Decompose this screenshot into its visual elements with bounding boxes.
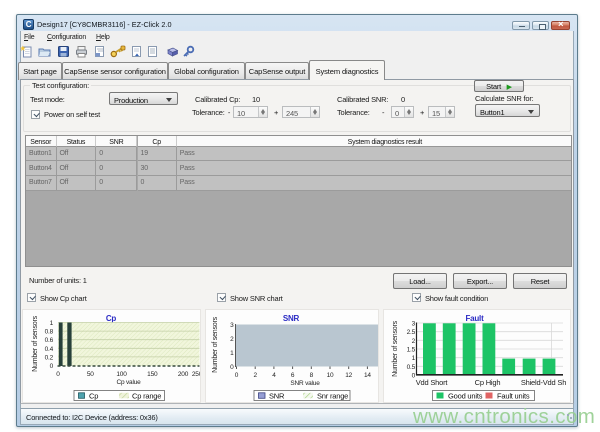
svg-text:Fault units: Fault units bbox=[497, 392, 530, 401]
svg-text:12: 12 bbox=[345, 372, 352, 379]
svg-text:3: 3 bbox=[412, 321, 416, 328]
svg-text:4: 4 bbox=[272, 372, 276, 379]
svg-text:2.5: 2.5 bbox=[407, 329, 416, 336]
svg-text:0: 0 bbox=[235, 372, 239, 379]
svg-text:SNR: SNR bbox=[283, 314, 300, 323]
svg-text:0.8: 0.8 bbox=[45, 329, 54, 336]
svg-text:SNR value: SNR value bbox=[290, 380, 320, 387]
svg-text:0: 0 bbox=[50, 363, 54, 370]
svg-text:Snr range: Snr range bbox=[317, 392, 348, 401]
svg-text:1.5: 1.5 bbox=[407, 347, 416, 354]
svg-text:Fault: Fault bbox=[465, 314, 484, 323]
svg-text:Cp: Cp bbox=[89, 392, 98, 401]
svg-text:Cp High: Cp High bbox=[475, 378, 501, 387]
svg-text:10: 10 bbox=[327, 372, 334, 379]
svg-text:0: 0 bbox=[56, 371, 60, 378]
svg-text:14: 14 bbox=[364, 372, 371, 379]
svg-text:1: 1 bbox=[412, 355, 416, 362]
svg-text:0.2: 0.2 bbox=[45, 354, 54, 361]
svg-text:250: 250 bbox=[192, 371, 200, 378]
svg-text:0.4: 0.4 bbox=[45, 346, 54, 353]
svg-text:1: 1 bbox=[50, 320, 54, 327]
svg-text:2: 2 bbox=[230, 336, 234, 343]
svg-text:150: 150 bbox=[147, 371, 158, 378]
svg-text:200: 200 bbox=[178, 371, 189, 378]
svg-text:Cp value: Cp value bbox=[116, 379, 141, 386]
svg-text:Shield-Vdd Sh: Shield-Vdd Sh bbox=[521, 378, 566, 387]
svg-text:50: 50 bbox=[87, 371, 94, 378]
svg-text:Cp range: Cp range bbox=[132, 392, 161, 401]
svg-text:0.5: 0.5 bbox=[407, 364, 416, 371]
svg-text:Good units: Good units bbox=[448, 392, 483, 401]
svg-text:0.6: 0.6 bbox=[45, 337, 54, 344]
svg-text:100: 100 bbox=[116, 371, 127, 378]
svg-text:Cp: Cp bbox=[106, 314, 117, 323]
svg-text:1: 1 bbox=[230, 350, 234, 357]
svg-text:6: 6 bbox=[291, 372, 295, 379]
svg-text:Number of sensors: Number of sensors bbox=[212, 316, 219, 372]
svg-text:8: 8 bbox=[310, 372, 314, 379]
svg-text:3: 3 bbox=[230, 322, 234, 329]
svg-text:Number of sensors: Number of sensors bbox=[32, 315, 39, 371]
svg-text:2: 2 bbox=[412, 338, 416, 345]
svg-text:Vdd Short: Vdd Short bbox=[416, 378, 449, 387]
svg-text:Number of sensors: Number of sensors bbox=[392, 320, 399, 376]
svg-text:SNR: SNR bbox=[269, 392, 285, 401]
svg-text:2: 2 bbox=[253, 372, 257, 379]
svg-text:0: 0 bbox=[230, 364, 234, 371]
